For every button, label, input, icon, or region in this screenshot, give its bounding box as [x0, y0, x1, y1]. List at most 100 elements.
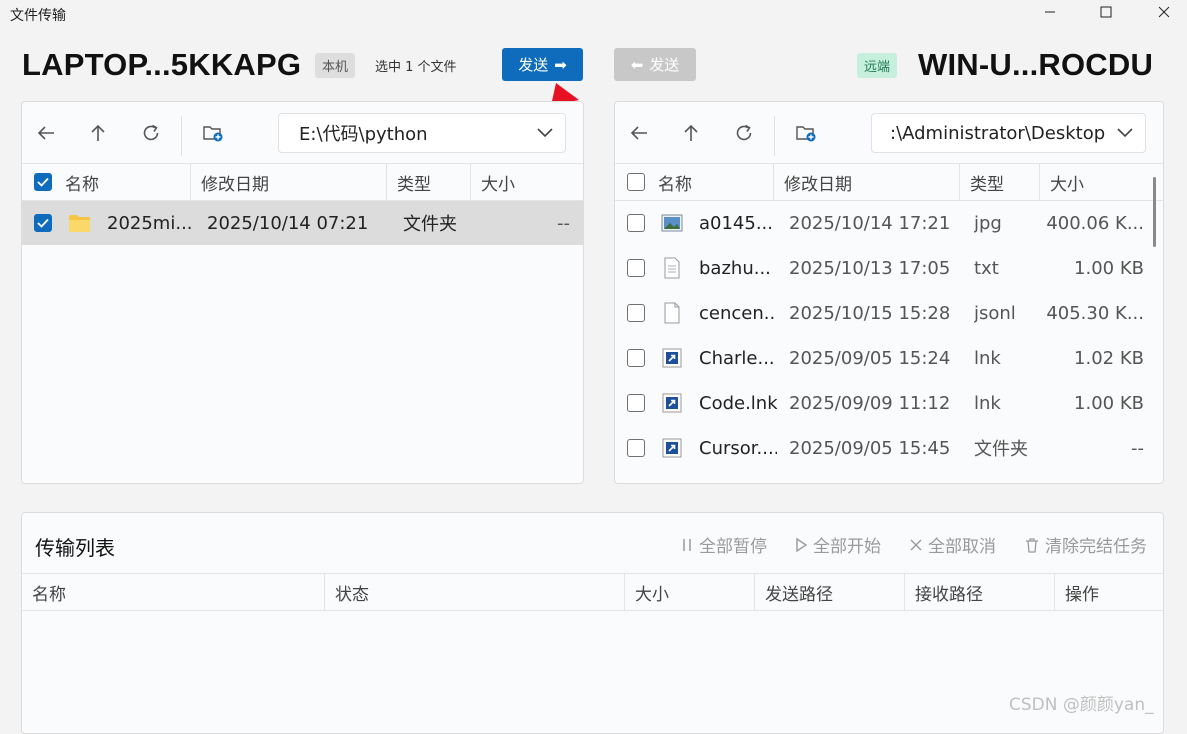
up-button[interactable]: [81, 116, 115, 150]
shortcut-icon: [661, 347, 683, 369]
remote-row-checkbox[interactable]: [627, 259, 645, 277]
close-window-button[interactable]: [1141, 0, 1187, 24]
minimize-button[interactable]: [1027, 0, 1073, 24]
shortcut-icon: [661, 392, 683, 414]
remote-file-row[interactable]: Charle... 2025/09/05 15:24 lnk 1.02 KB: [615, 336, 1150, 380]
transfer-col-name[interactable]: 名称: [32, 580, 66, 605]
arrow-back-icon: [37, 126, 54, 140]
remote-row-name: Cursor....: [699, 437, 777, 459]
remote-row-modified: 2025/09/05 15:45: [789, 437, 951, 459]
arrow-left-icon: ⬅: [630, 55, 644, 74]
close-icon: [1158, 6, 1170, 18]
remote-row-size: --: [1131, 437, 1144, 459]
remote-row-modified: 2025/10/13 17:05: [789, 257, 951, 279]
remote-row-name: Code.lnk: [699, 392, 777, 414]
remote-new-folder-button[interactable]: [789, 116, 823, 150]
remote-select-all-checkbox[interactable]: [627, 173, 645, 191]
local-col-name[interactable]: 名称: [65, 170, 99, 195]
remote-col-modified[interactable]: 修改日期: [784, 170, 852, 195]
local-file-row[interactable]: 2025mi... 2025/10/14 07:21 文件夹 --: [22, 201, 583, 245]
clear-completed-button[interactable]: 清除完结任务: [1024, 532, 1147, 557]
send-button[interactable]: 发送 ➡: [502, 48, 583, 81]
send-button-label: 发送: [518, 56, 549, 74]
remote-file-row[interactable]: bazhu... 2025/10/13 17:05 txt 1.00 KB: [615, 246, 1150, 290]
local-row-size: --: [557, 212, 570, 234]
remote-row-checkbox[interactable]: [627, 394, 645, 412]
toolbar-divider: [181, 116, 182, 156]
remote-row-modified: 2025/10/15 15:28: [789, 302, 951, 324]
arrow-up-icon: [684, 124, 698, 141]
remote-up-button[interactable]: [674, 116, 708, 150]
remote-row-type: txt: [974, 257, 999, 279]
new-folder-button[interactable]: [196, 116, 230, 150]
remote-row-modified: 2025/10/14 17:21: [789, 212, 951, 234]
cancel-icon: [910, 539, 922, 550]
transfer-col-actions[interactable]: 操作: [1065, 580, 1099, 605]
remote-row-checkbox[interactable]: [627, 304, 645, 322]
remote-col-size[interactable]: 大小: [1050, 170, 1084, 195]
remote-refresh-button[interactable]: [727, 116, 761, 150]
cancel-all-button[interactable]: 全部取消: [909, 532, 996, 557]
remote-col-type[interactable]: 类型: [970, 170, 1004, 195]
remote-file-panel: :\Administrator\Desktop 名称 修改日期 类型 大小 a0…: [614, 101, 1164, 484]
transfer-col-status[interactable]: 状态: [335, 580, 369, 605]
remote-row-size: 1.00 KB: [1074, 392, 1144, 414]
local-col-type[interactable]: 类型: [397, 170, 431, 195]
minimize-icon: [1045, 11, 1055, 13]
watermark: CSDN @颜颜yan_: [1009, 695, 1154, 715]
local-row-checkbox[interactable]: [34, 214, 52, 232]
folder-icon: [68, 212, 90, 234]
remote-file-row[interactable]: Code.lnk 2025/09/09 11:12 lnk 1.00 KB: [615, 381, 1150, 425]
local-file-panel: E:\代码\python 名称 修改日期 类型 大小 2025mi... 2025…: [21, 101, 584, 484]
back-button[interactable]: [29, 116, 63, 150]
refresh-button[interactable]: [134, 116, 168, 150]
remote-row-name: bazhu...: [699, 257, 771, 279]
remote-file-row[interactable]: a0145... 2025/10/14 17:21 jpg 400.06 K...: [615, 201, 1150, 245]
shortcut-icon: [661, 437, 683, 459]
remote-file-row[interactable]: cencen... 2025/10/15 15:28 jsonl 405.30 K..…: [615, 291, 1150, 335]
refresh-icon: [143, 124, 159, 141]
window-title: 文件传输: [10, 8, 66, 24]
transfer-col-size[interactable]: 大小: [635, 580, 669, 605]
remote-scrollbar[interactable]: [1153, 177, 1156, 247]
remote-row-checkbox[interactable]: [627, 214, 645, 232]
chevron-down-icon: [525, 127, 565, 139]
transfer-col-recv-path[interactable]: 接收路径: [915, 580, 983, 605]
local-col-size[interactable]: 大小: [481, 170, 515, 195]
local-col-modified[interactable]: 修改日期: [201, 170, 269, 195]
local-path-text: E:\代码\python: [299, 124, 428, 145]
remote-row-checkbox[interactable]: [627, 439, 645, 457]
local-host-name: LAPTOP...5KKAPG: [22, 47, 302, 82]
remote-path-selector[interactable]: :\Administrator\Desktop: [871, 113, 1146, 153]
local-select-all-checkbox[interactable]: [34, 173, 52, 191]
transfer-col-send-path[interactable]: 发送路径: [765, 580, 833, 605]
remote-row-name: cencen...: [699, 302, 777, 324]
arrow-back-icon: [630, 126, 647, 140]
remote-file-list: a0145... 2025/10/14 17:21 jpg 400.06 K... ba…: [615, 201, 1150, 483]
remote-file-row[interactable]: Cursor.... 2025/09/05 15:45 文件夹 --: [615, 426, 1150, 470]
cancel-all-label: 全部取消: [928, 537, 996, 557]
maximize-button[interactable]: [1083, 0, 1129, 24]
local-row-name: 2025mi...: [107, 212, 192, 234]
remote-row-type: lnk: [974, 392, 1001, 414]
pause-all-button[interactable]: 全部暂停: [680, 532, 767, 557]
receive-button-label: 发送: [649, 56, 680, 74]
local-file-list: 2025mi... 2025/10/14 07:21 文件夹 --: [22, 201, 583, 483]
remote-host-name: WIN-U...ROCDU: [918, 47, 1154, 82]
transfer-panel: 传输列表 全部暂停 全部开始 全部取消 清除完结任务 名称 状态 大小 发送路径…: [21, 512, 1164, 734]
remote-row-type: lnk: [974, 347, 1001, 369]
new-folder-icon: [203, 126, 223, 142]
generic-file-icon: [661, 302, 683, 324]
selection-count: 选中 1 个文件: [375, 60, 457, 75]
receive-button[interactable]: ⬅ 发送: [614, 48, 696, 81]
text-file-icon: [661, 257, 683, 279]
remote-back-button[interactable]: [622, 116, 656, 150]
remote-row-name: Charle...: [699, 347, 775, 369]
remote-row-size: 1.00 KB: [1074, 257, 1144, 279]
start-all-button[interactable]: 全部开始: [794, 532, 881, 557]
remote-row-checkbox[interactable]: [627, 349, 645, 367]
remote-row-size: 405.30 K...: [1046, 302, 1144, 324]
remote-col-name[interactable]: 名称: [658, 170, 692, 195]
transfer-grid-header: 名称 状态 大小 发送路径 接收路径 操作: [22, 573, 1163, 611]
local-path-selector[interactable]: E:\代码\python: [278, 113, 566, 153]
